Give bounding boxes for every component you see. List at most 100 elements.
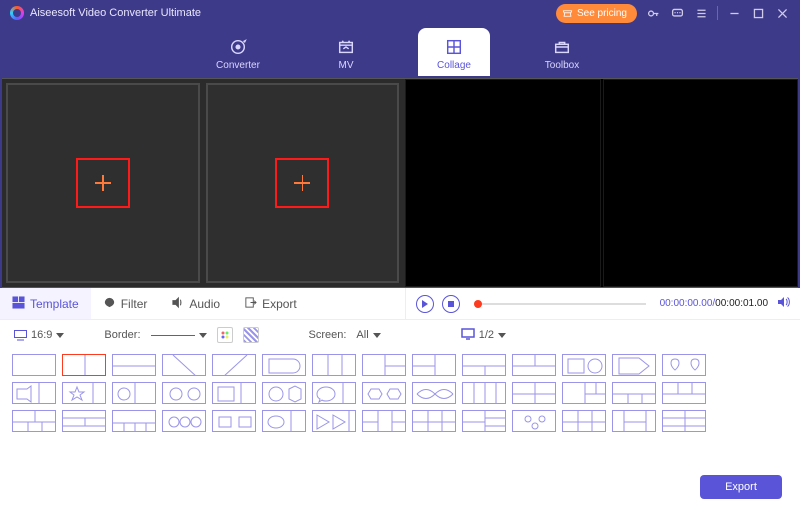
preview-area bbox=[2, 78, 798, 288]
template-item[interactable] bbox=[462, 354, 506, 376]
page-selector[interactable]: 1/2 bbox=[461, 328, 506, 343]
template-item[interactable] bbox=[512, 382, 556, 404]
app-title: Aiseesoft Video Converter Ultimate bbox=[30, 7, 201, 19]
caret-down-icon bbox=[498, 333, 506, 338]
sub-tabs: Template Filter Audio Export 00:00:00.00… bbox=[0, 288, 800, 320]
border-preview bbox=[151, 335, 195, 336]
template-item[interactable] bbox=[262, 354, 306, 376]
collage-slot-1[interactable] bbox=[6, 83, 200, 283]
subtab-filter[interactable]: Filter bbox=[91, 288, 160, 319]
caret-down-icon bbox=[56, 333, 64, 338]
template-item[interactable] bbox=[512, 410, 556, 432]
template-row bbox=[12, 382, 788, 404]
template-item[interactable] bbox=[62, 410, 106, 432]
page-value: 1/2 bbox=[479, 329, 494, 341]
template-item[interactable] bbox=[662, 354, 706, 376]
collage-slot-2[interactable] bbox=[206, 83, 400, 283]
template-item[interactable] bbox=[312, 410, 356, 432]
tab-collage[interactable]: Collage bbox=[418, 28, 490, 76]
divider bbox=[717, 6, 718, 20]
template-item[interactable] bbox=[612, 410, 656, 432]
time-total: 00:00:01.00 bbox=[715, 298, 768, 309]
collage-icon bbox=[445, 38, 463, 56]
stop-button[interactable] bbox=[442, 295, 460, 313]
template-item[interactable] bbox=[12, 382, 56, 404]
template-item[interactable] bbox=[112, 382, 156, 404]
template-item[interactable] bbox=[562, 410, 606, 432]
template-item[interactable] bbox=[312, 354, 356, 376]
template-item[interactable] bbox=[162, 354, 206, 376]
border-color-button[interactable] bbox=[217, 327, 233, 343]
template-item[interactable] bbox=[162, 382, 206, 404]
template-item[interactable] bbox=[12, 410, 56, 432]
template-item[interactable] bbox=[662, 382, 706, 404]
title-bar: Aiseesoft Video Converter Ultimate See p… bbox=[0, 0, 800, 26]
screen-dropdown[interactable]: All bbox=[356, 329, 380, 341]
template-item[interactable] bbox=[662, 410, 706, 432]
template-item[interactable] bbox=[612, 354, 656, 376]
template-item[interactable] bbox=[112, 354, 156, 376]
toolbox-icon bbox=[553, 38, 571, 56]
tab-collage-label: Collage bbox=[437, 60, 471, 71]
footer-bar: Export bbox=[0, 467, 800, 507]
subtab-export[interactable]: Export bbox=[232, 288, 309, 319]
export-button-label: Export bbox=[725, 481, 757, 493]
volume-icon[interactable] bbox=[776, 295, 790, 312]
export-button[interactable]: Export bbox=[700, 475, 782, 499]
template-row bbox=[12, 410, 788, 432]
template-item[interactable] bbox=[12, 354, 56, 376]
tab-toolbox[interactable]: Toolbox bbox=[526, 28, 598, 76]
aspect-icon bbox=[14, 330, 27, 341]
menu-icon[interactable] bbox=[693, 5, 709, 21]
template-item[interactable] bbox=[162, 410, 206, 432]
template-item[interactable] bbox=[212, 410, 256, 432]
template-item[interactable] bbox=[412, 410, 456, 432]
subtab-filter-label: Filter bbox=[121, 297, 148, 311]
template-item[interactable] bbox=[362, 410, 406, 432]
play-button[interactable] bbox=[416, 295, 434, 313]
subtab-audio[interactable]: Audio bbox=[159, 288, 232, 319]
template-item[interactable] bbox=[112, 410, 156, 432]
template-item[interactable] bbox=[362, 382, 406, 404]
template-item[interactable] bbox=[262, 382, 306, 404]
template-item[interactable] bbox=[262, 410, 306, 432]
template-item[interactable] bbox=[562, 382, 606, 404]
tab-converter[interactable]: Converter bbox=[202, 28, 274, 76]
template-item[interactable] bbox=[612, 382, 656, 404]
timecode: 00:00:00.00/00:00:01.00 bbox=[660, 298, 768, 309]
template-item[interactable] bbox=[412, 354, 456, 376]
template-item[interactable] bbox=[562, 354, 606, 376]
template-item[interactable] bbox=[312, 382, 356, 404]
timeline-slider[interactable] bbox=[474, 303, 646, 305]
minimize-button[interactable] bbox=[726, 5, 742, 21]
tab-converter-label: Converter bbox=[216, 60, 260, 71]
add-media-button-2[interactable] bbox=[275, 158, 329, 208]
subtab-template[interactable]: Template bbox=[0, 288, 91, 319]
template-item[interactable] bbox=[412, 382, 456, 404]
filter-icon bbox=[103, 296, 116, 312]
preview-slot-2 bbox=[603, 79, 799, 287]
template-item[interactable] bbox=[212, 354, 256, 376]
feedback-icon[interactable] bbox=[669, 5, 685, 21]
border-style-dropdown[interactable] bbox=[151, 333, 207, 338]
template-item[interactable] bbox=[62, 382, 106, 404]
tab-mv-label: MV bbox=[339, 60, 354, 71]
border-pattern-button[interactable] bbox=[243, 327, 259, 343]
timeline-handle[interactable] bbox=[474, 300, 482, 308]
add-media-button-1[interactable] bbox=[76, 158, 130, 208]
maximize-button[interactable] bbox=[750, 5, 766, 21]
tab-mv[interactable]: MV bbox=[310, 28, 382, 76]
aspect-ratio-dropdown[interactable]: 16:9 bbox=[14, 329, 64, 341]
screen-value: All bbox=[356, 329, 368, 341]
template-item[interactable] bbox=[462, 410, 506, 432]
see-pricing-button[interactable]: See pricing bbox=[556, 4, 637, 23]
template-item-selected[interactable] bbox=[62, 354, 106, 376]
border-label: Border: bbox=[104, 329, 140, 341]
template-item[interactable] bbox=[462, 382, 506, 404]
template-item[interactable] bbox=[512, 354, 556, 376]
template-item[interactable] bbox=[212, 382, 256, 404]
template-item[interactable] bbox=[362, 354, 406, 376]
see-pricing-label: See pricing bbox=[577, 8, 627, 19]
close-button[interactable] bbox=[774, 5, 790, 21]
key-icon[interactable] bbox=[645, 5, 661, 21]
